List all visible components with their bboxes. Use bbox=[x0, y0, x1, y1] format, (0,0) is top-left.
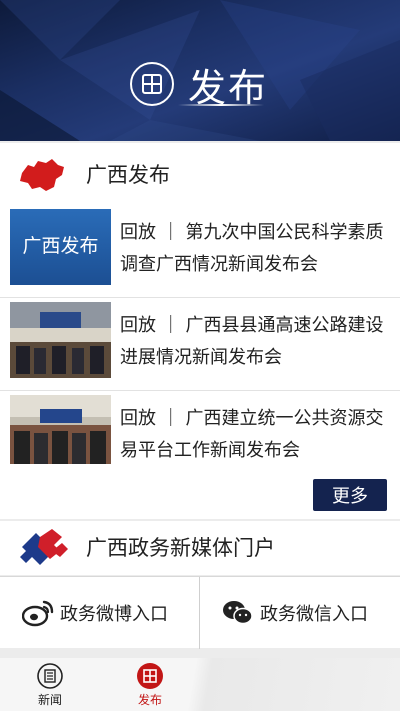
grid-icon bbox=[137, 663, 163, 689]
weibo-icon bbox=[22, 599, 54, 627]
section-header-portal: 广西政务新媒体门户 bbox=[0, 521, 400, 575]
news-title: 回放 ｜ 广西县县通高速公路建设进展情况新闻发布会 bbox=[120, 315, 384, 368]
news-title: 回放 ｜ 第九次中国公民科学素质调查广西情况新闻发布会 bbox=[120, 222, 384, 275]
news-item[interactable]: 回放 ｜ 广西县县通高速公路建设进展情况新闻发布会 bbox=[0, 298, 400, 391]
guangxi-map-icon bbox=[20, 159, 64, 191]
news-thumbnail bbox=[10, 395, 111, 471]
weibo-portal-button[interactable]: 政务微博入口 bbox=[22, 577, 168, 649]
portal-divider bbox=[199, 577, 200, 649]
bottom-tab-bar: 新闻 发布 bbox=[0, 658, 400, 711]
news-thumbnail bbox=[10, 302, 111, 378]
section-title-portal: 广西政务新媒体门户 bbox=[86, 536, 275, 560]
puzzle-icon bbox=[20, 529, 68, 565]
news-list: 广西发布 回放 ｜ 第九次中国公民科学素质调查广西情况新闻发布会 回放 ｜ 广西… bbox=[0, 205, 400, 484]
more-button[interactable]: 更多 bbox=[313, 479, 387, 511]
section-title-release: 广西发布 bbox=[86, 163, 170, 187]
tab-news-label: 新闻 bbox=[37, 693, 62, 707]
news-thumbnail: 广西发布 bbox=[10, 209, 111, 285]
wechat-portal-label: 政务微信入口 bbox=[260, 604, 368, 625]
portal-row: 政务微博入口 政务微信入口 bbox=[0, 576, 400, 649]
tab-news[interactable]: 新闻 bbox=[10, 658, 90, 711]
banner-title-group: 发布 bbox=[130, 58, 268, 110]
section-header-release: 广西发布 bbox=[0, 143, 400, 207]
tab-release-label: 发布 bbox=[137, 693, 162, 707]
tab-release[interactable]: 发布 bbox=[110, 658, 190, 711]
wechat-icon bbox=[222, 599, 254, 627]
news-title: 回放 ｜ 广西建立统一公共资源交易平台工作新闻发布会 bbox=[120, 408, 384, 461]
title-underline bbox=[178, 104, 264, 106]
grid-icon bbox=[130, 62, 174, 106]
newspaper-icon bbox=[37, 663, 63, 689]
news-item[interactable]: 广西发布 回放 ｜ 第九次中国公民科学素质调查广西情况新闻发布会 bbox=[0, 205, 400, 298]
wechat-portal-button[interactable]: 政务微信入口 bbox=[222, 577, 368, 649]
thumbnail-logo-text: 广西发布 bbox=[22, 235, 99, 257]
weibo-portal-label: 政务微博入口 bbox=[60, 604, 168, 625]
header-banner: 发布 bbox=[0, 0, 400, 141]
